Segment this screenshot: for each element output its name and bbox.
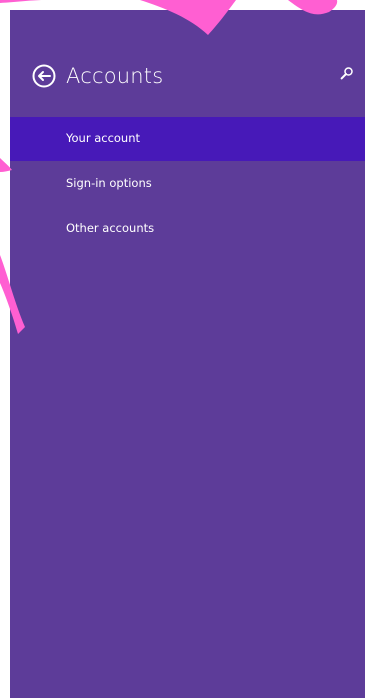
accounts-pane: Accounts Your account Sign-in options Ot… [10,10,365,698]
pink-annotation-stroke-top-left [0,0,43,3]
settings-screen: Accounts Your account Sign-in options Ot… [0,0,365,698]
accounts-nav: Your account Sign-in options Other accou… [10,117,365,252]
nav-item-other-accounts[interactable]: Other accounts [10,207,365,251]
back-arrow-icon[interactable] [30,62,58,90]
page-title: Accounts [66,64,164,88]
nav-item-sign-in-options[interactable]: Sign-in options [10,162,365,206]
nav-item-label: Sign-in options [66,176,152,190]
header: Accounts [10,62,365,102]
nav-item-label: Other accounts [66,221,155,235]
nav-item-label: Your account [66,131,141,145]
search-icon[interactable] [339,66,355,82]
nav-item-your-account[interactable]: Your account [10,117,365,161]
